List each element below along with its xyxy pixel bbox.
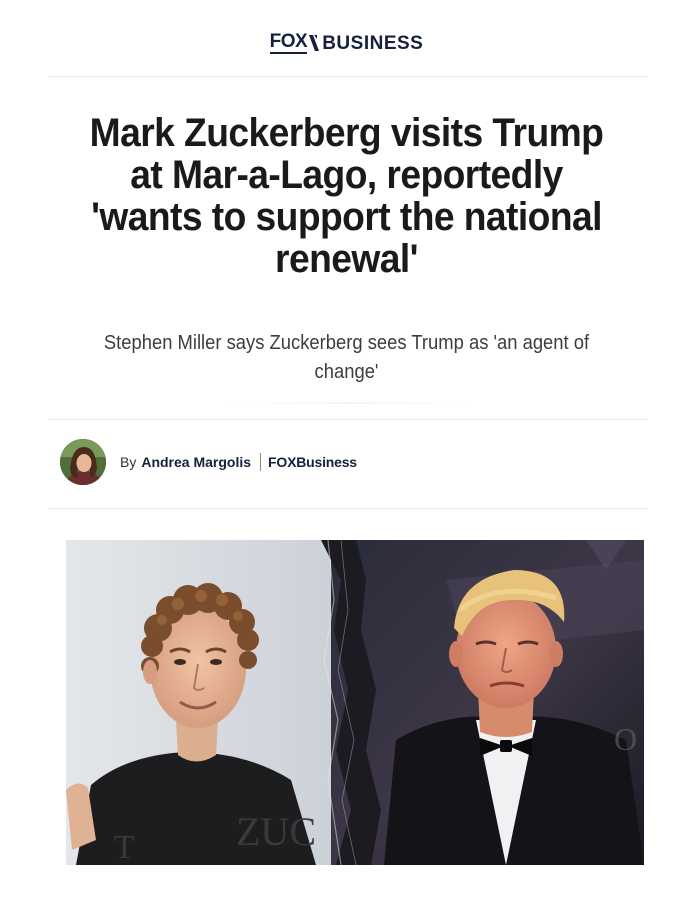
author-link[interactable]: Andrea Margolis [141, 454, 251, 470]
logo-fox-text: FOX [269, 31, 308, 54]
author-avatar[interactable] [60, 439, 106, 485]
byline: By Andrea Margolis FOXBusiness [60, 438, 357, 486]
byline-top-divider [48, 419, 648, 420]
faint-divider [225, 402, 475, 404]
header-divider [48, 76, 648, 77]
shirt-text: ZUC [236, 809, 316, 854]
shirt-text-2: T [114, 829, 135, 865]
article-page: FOX BUSINESS Mark Zuckerberg visits Trum… [0, 0, 693, 900]
byline-separator [260, 453, 262, 471]
article-subheadline: Stephen Miller says Zuckerberg sees Trum… [103, 332, 590, 383]
article-headline: Mark Zuckerberg visits Trump at Mar-a-La… [89, 111, 604, 281]
hero-image: ZUC T O [66, 540, 644, 865]
logo-business-text: BUSINESS [322, 32, 424, 54]
logo-slash-icon [307, 33, 321, 53]
site-header: FOX BUSINESS [0, 26, 693, 60]
svg-text:O: O [614, 721, 637, 757]
outlet-link[interactable]: FOXBusiness [268, 454, 357, 470]
byline-bottom-divider [48, 508, 648, 509]
byline-text: By Andrea Margolis FOXBusiness [120, 453, 357, 471]
byline-prefix: By [120, 454, 137, 470]
fox-business-logo[interactable]: FOX BUSINESS [269, 30, 424, 56]
